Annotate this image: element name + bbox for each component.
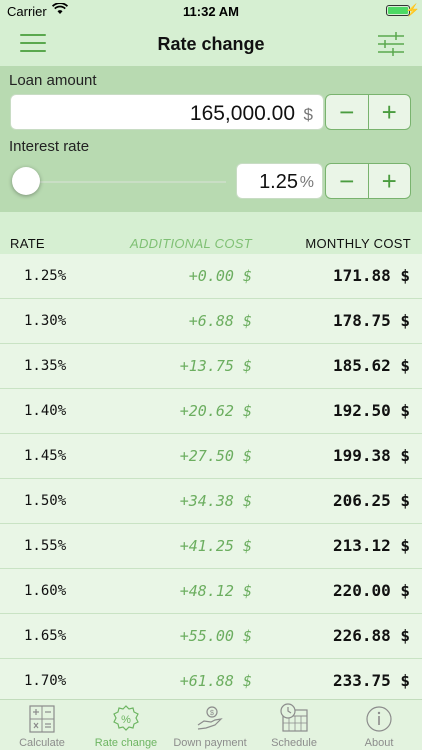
table-row: 1.25% +0.00 $ 171.88 $ xyxy=(0,254,422,299)
table-row: 1.40% +20.62 $ 192.50 $ xyxy=(0,389,422,434)
row-additional-cost: +20.62 $ xyxy=(179,402,252,420)
rate-increment-button[interactable]: + xyxy=(369,164,411,198)
table-row: 1.55% +41.25 $ 213.12 $ xyxy=(0,524,422,569)
svg-text:$: $ xyxy=(210,710,214,717)
row-additional-cost: +48.12 $ xyxy=(179,582,252,600)
loan-amount-unit: $ xyxy=(303,105,313,124)
interest-rate-label: Interest rate xyxy=(9,138,90,155)
row-monthly-cost: 171.88 $ xyxy=(332,266,410,285)
tab-label: Down payment xyxy=(173,737,247,749)
loan-decrement-button[interactable]: − xyxy=(326,95,369,129)
tab-label: About xyxy=(364,737,394,749)
rate-decrement-button[interactable]: − xyxy=(326,164,369,198)
navigation-bar: Rate change xyxy=(0,22,422,66)
tab-label: Calculate xyxy=(19,737,65,749)
row-additional-cost: +61.88 $ xyxy=(179,672,252,690)
table-row: 1.70% +61.88 $ 233.75 $ xyxy=(0,659,422,699)
row-additional-cost: +55.00 $ xyxy=(179,627,252,645)
charging-bolt-icon: ⚡ xyxy=(405,3,420,17)
tab-about[interactable]: About xyxy=(337,700,421,750)
table-header: RATE ADDITIONAL COST MONTHLY COST xyxy=(0,212,422,254)
loan-increment-button[interactable]: + xyxy=(369,95,411,129)
info-circle-icon xyxy=(366,706,392,732)
row-monthly-cost: 185.62 $ xyxy=(332,356,410,375)
input-panel: Loan amount 165,000.00 $ − + Interest ra… xyxy=(0,66,422,228)
row-additional-cost: +41.25 $ xyxy=(179,537,252,555)
row-additional-cost: +0.00 $ xyxy=(188,267,252,285)
hand-coin-icon: $ xyxy=(197,706,223,730)
interest-rate-slider-thumb[interactable] xyxy=(12,167,40,195)
loan-amount-label: Loan amount xyxy=(9,72,97,89)
row-monthly-cost: 178.75 $ xyxy=(332,311,410,330)
additional-cost-column-header: ADDITIONAL COST xyxy=(129,236,252,251)
loan-amount-field[interactable]: 165,000.00 $ xyxy=(10,94,324,130)
row-additional-cost: +34.38 $ xyxy=(179,492,252,510)
loan-amount-value: 165,000.00 xyxy=(189,102,295,125)
monthly-cost-column-header: MONTHLY COST xyxy=(305,236,411,251)
row-additional-cost: +6.88 $ xyxy=(188,312,252,330)
table-row: 1.45% +27.50 $ 199.38 $ xyxy=(0,434,422,479)
tab-label: Rate change xyxy=(94,737,158,749)
svg-text:%: % xyxy=(121,714,131,726)
status-bar: Carrier 11:32 AM ⚡ xyxy=(0,0,422,22)
interest-rate-stepper: − + xyxy=(325,163,411,199)
interest-rate-field[interactable]: 1.25 % xyxy=(236,163,323,199)
tab-down-payment[interactable]: $ Down payment xyxy=(168,700,252,750)
row-additional-cost: +13.75 $ xyxy=(179,357,252,375)
clock-time: 11:32 AM xyxy=(183,4,239,19)
table-row: 1.65% +55.00 $ 226.88 $ xyxy=(0,614,422,659)
row-monthly-cost: 206.25 $ xyxy=(332,491,410,510)
tab-bar: Calculate % Rate change $ Down payment S… xyxy=(0,699,422,750)
page-title: Rate change xyxy=(157,34,265,54)
interest-rate-slider[interactable] xyxy=(26,181,226,183)
table-row: 1.35% +13.75 $ 185.62 $ xyxy=(0,344,422,389)
tab-calculate[interactable]: Calculate xyxy=(0,700,84,750)
tab-rate-change[interactable]: % Rate change xyxy=(84,700,168,750)
rate-table[interactable]: 1.25% +0.00 $ 171.88 $ 1.30% +6.88 $ 178… xyxy=(0,254,422,699)
row-monthly-cost: 213.12 $ xyxy=(332,536,410,555)
percent-badge-icon: % xyxy=(113,705,139,731)
row-additional-cost: +27.50 $ xyxy=(179,447,252,465)
table-row: 1.50% +34.38 $ 206.25 $ xyxy=(0,479,422,524)
row-monthly-cost: 220.00 $ xyxy=(332,581,410,600)
calendar-clock-icon xyxy=(280,703,308,732)
interest-rate-value: 1.25 xyxy=(259,171,298,193)
row-monthly-cost: 226.88 $ xyxy=(332,626,410,645)
table-row: 1.30% +6.88 $ 178.75 $ xyxy=(0,299,422,344)
calculator-icon xyxy=(29,705,55,733)
tab-label: Schedule xyxy=(271,737,317,749)
loan-amount-stepper: − + xyxy=(325,94,411,130)
row-monthly-cost: 233.75 $ xyxy=(332,671,410,690)
row-monthly-cost: 199.38 $ xyxy=(332,446,410,465)
table-row: 1.60% +48.12 $ 220.00 $ xyxy=(0,569,422,614)
tab-schedule[interactable]: Schedule xyxy=(252,700,336,750)
sliders-icon[interactable] xyxy=(376,32,406,56)
interest-rate-unit: % xyxy=(299,174,314,191)
row-monthly-cost: 192.50 $ xyxy=(332,401,410,420)
